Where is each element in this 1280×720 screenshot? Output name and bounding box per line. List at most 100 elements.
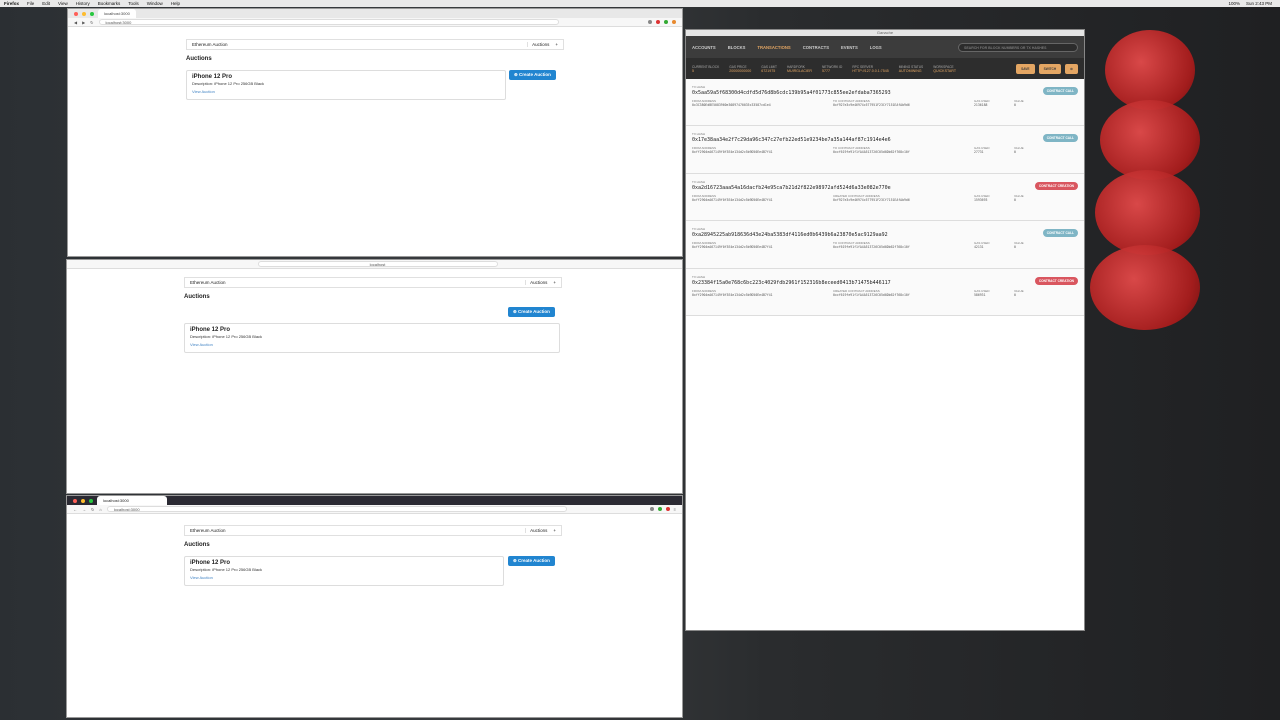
auctions-menu[interactable]: Auctions: [530, 528, 547, 533]
auction-description: Description: iPhone 12 Pro 256GB Black: [190, 334, 263, 339]
back-icon[interactable]: ←: [73, 507, 77, 512]
tx-hash: 0x5aa59a5f68300d4cdfd5d76d8b6cdc139b95a4…: [692, 90, 891, 96]
tx-type-badge: CONTRACT CREATION: [1034, 276, 1078, 285]
tx-hash: 0x17e38aa34e2f7c29da96c347c27efb22ed51e9…: [692, 137, 891, 144]
metamask-icon[interactable]: [672, 20, 676, 24]
gas-used: GAS USED 42131: [974, 241, 990, 250]
brand-link[interactable]: Ethereum Auction: [190, 528, 226, 533]
menu-item[interactable]: Edit: [42, 1, 50, 6]
auction-app: Ethereum Auction Auctions + Auctions: [186, 39, 564, 62]
create-auction-button[interactable]: ⊕ Create Auction: [509, 70, 556, 80]
page-title: Auctions: [184, 542, 210, 548]
minimize-window-icon[interactable]: [81, 498, 85, 503]
extension-icon[interactable]: [656, 20, 660, 24]
address-bar: ◀ ▶ ↻ localhost:3000: [68, 18, 682, 27]
menu-item[interactable]: Window: [147, 1, 163, 6]
auction-card[interactable]: iPhone 12 Pro Description: iPhone 12 Pro…: [186, 70, 506, 100]
transaction-row[interactable]: TX HASH 0x23384f15a0e768c6bc223c4029fdb29…: [686, 268, 1084, 316]
tx-hash-label: TX HASH: [692, 132, 706, 137]
tx-value: VALUE 0: [1014, 193, 1024, 202]
forward-icon[interactable]: ▶: [82, 20, 85, 25]
save-button[interactable]: SAVE: [1016, 63, 1035, 74]
url-input[interactable]: localhost:3000: [98, 19, 559, 25]
close-window-icon[interactable]: [73, 498, 77, 503]
nav-transactions[interactable]: TRANSACTIONS: [757, 45, 790, 50]
gas-used: GAS USED 586931: [974, 288, 990, 297]
ganache-stats-bar: CURRENT BLOCK 5 GAS PRICE 20000000000 GAS …: [686, 58, 1084, 79]
menu-item[interactable]: View: [58, 1, 68, 6]
clock[interactable]: Sun 2:43 PM: [1246, 1, 1272, 6]
nav-blocks[interactable]: BLOCKS: [728, 45, 746, 50]
to-address: CREATED CONTRACT ADDRESS 0xf927e3c9e46974…: [833, 193, 910, 202]
tx-hash: 0x23384f15a0e768c6bc223c4029fdb2961f1523…: [692, 279, 891, 286]
create-auction-button[interactable]: ⊕ Create Auction: [508, 556, 555, 566]
menu-item[interactable]: History: [76, 1, 90, 6]
back-icon[interactable]: ◀: [74, 20, 77, 25]
auctions-menu[interactable]: Auctions: [532, 42, 549, 47]
view-auction-link[interactable]: View Auction: [190, 575, 498, 580]
nav-contracts[interactable]: CONTRACTS: [803, 45, 829, 50]
brand-link[interactable]: Ethereum Auction: [190, 280, 226, 285]
tx-hash-label: TX HASH: [692, 227, 706, 232]
extension-icon[interactable]: [649, 506, 654, 511]
extension-icon[interactable]: [648, 20, 652, 24]
battery-status[interactable]: 100%: [1228, 1, 1240, 6]
create-auction-button[interactable]: ⊕ Create Auction: [508, 307, 555, 317]
from-address: FROM ADDRESS 0xff2904eA67149f0f3E4e134d2c…: [692, 193, 773, 202]
auction-card[interactable]: iPhone 12 Pro Description: iPhone 12 Pro…: [184, 323, 560, 353]
forward-icon[interactable]: →: [82, 507, 86, 512]
minimize-window-icon[interactable]: [82, 11, 86, 16]
auctions-menu[interactable]: Auctions: [530, 280, 547, 285]
extension-icon[interactable]: [664, 20, 668, 24]
add-icon[interactable]: +: [555, 42, 558, 47]
macos-menubar: Firefox File Edit View History Bookmarks…: [0, 0, 1280, 7]
search-input[interactable]: SEARCH FOR BLOCK NUMBERS OR TX HASHES: [958, 42, 1078, 52]
close-window-icon[interactable]: [74, 11, 78, 16]
from-address: FROM ADDRESS 0xff2904eA67149f0f3E4e134d2c…: [692, 146, 773, 155]
brand-link[interactable]: Ethereum Auction: [192, 42, 228, 47]
transaction-row[interactable]: TX HASH 0xa28945225ab918636d43e24ba5383df…: [686, 221, 1084, 269]
extension-icon[interactable]: [657, 506, 662, 511]
transaction-list: TX HASH 0x5aa59a5f68300d4cdfd5d76d8b6cdc1…: [686, 79, 1084, 316]
menu-icon[interactable]: ≡: [674, 507, 676, 512]
tx-type-badge: CONTRACT CALL: [1042, 229, 1078, 238]
home-icon[interactable]: ⌂: [99, 507, 101, 512]
auction-title: iPhone 12 Pro: [190, 327, 231, 333]
browser-tab[interactable]: localhost:3000: [97, 496, 167, 505]
auction-description: Description: iPhone 12 Pro 256GB Black: [192, 81, 265, 86]
add-icon[interactable]: +: [553, 528, 556, 533]
view-auction-link[interactable]: View Auction: [190, 342, 554, 347]
ganache-nav: ACCOUNTS BLOCKS TRANSACTIONS CONTRACTS E…: [686, 36, 1084, 58]
app-navbar: Ethereum Auction Auctions +: [184, 277, 562, 288]
menu-item[interactable]: Firefox: [4, 1, 19, 6]
tx-hash-label: TX HASH: [692, 85, 706, 89]
transaction-row[interactable]: TX HASH 0x5aa59a5f68300d4cdfd5d76d8b6cdc1…: [686, 79, 1084, 127]
switch-button[interactable]: SWITCH: [1038, 63, 1062, 74]
tx-value: VALUE 0: [1014, 241, 1024, 250]
transaction-row[interactable]: TX HASH 0xa2d16723aaa54a16dacfb24e95ca7b2…: [686, 173, 1084, 222]
menu-item[interactable]: Tools: [128, 1, 139, 6]
tab-strip: localhost:3000: [67, 496, 682, 505]
zoom-window-icon[interactable]: [89, 498, 93, 503]
view-auction-link[interactable]: View Auction: [192, 89, 500, 94]
url-input[interactable]: localhost: [257, 261, 498, 267]
menu-item[interactable]: Help: [171, 1, 180, 6]
transaction-row[interactable]: TX HASH 0x17e38aa34e2f7c29da96c347c27efb2…: [686, 126, 1084, 174]
menu-item[interactable]: Bookmarks: [98, 1, 121, 6]
tx-type-badge: CONTRACT CALL: [1042, 134, 1078, 143]
zoom-window-icon[interactable]: [90, 11, 94, 16]
lantern-decoration: [1095, 170, 1200, 255]
reload-icon[interactable]: ↻: [91, 507, 94, 512]
gas-used: GAS USED 2136188: [974, 99, 990, 107]
reload-icon[interactable]: ↻: [90, 20, 93, 25]
browser-tab[interactable]: localhost:3000: [98, 9, 136, 18]
nav-logs[interactable]: LOGS: [870, 45, 882, 50]
auction-card[interactable]: iPhone 12 Pro Description: iPhone 12 Pro…: [184, 556, 504, 586]
url-input[interactable]: localhost:3000: [106, 506, 567, 512]
extension-icon[interactable]: [665, 506, 670, 511]
menu-item[interactable]: File: [27, 1, 34, 6]
settings-icon[interactable]: ⚙: [1065, 63, 1078, 74]
nav-accounts[interactable]: ACCOUNTS: [692, 45, 716, 50]
add-icon[interactable]: +: [553, 280, 556, 285]
nav-events[interactable]: EVENTS: [841, 45, 858, 50]
